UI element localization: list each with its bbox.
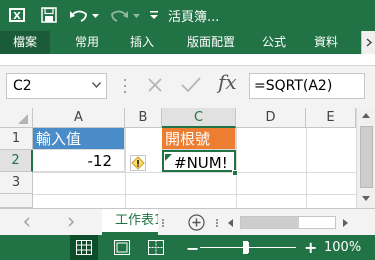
- cell-a1[interactable]: 輸入值: [33, 128, 125, 150]
- column-header-e[interactable]: E: [306, 108, 356, 128]
- gridline: [33, 194, 356, 195]
- redo-icon[interactable]: [108, 7, 130, 23]
- ribbon-tab-bar: 檔案 常用 插入 版面配置 公式 資料: [0, 31, 375, 54]
- error-check-button[interactable]: [130, 155, 146, 171]
- cell-c1[interactable]: 開根號: [162, 128, 236, 150]
- redo-dropdown-icon[interactable]: [132, 7, 141, 23]
- error-indicator-icon: [165, 154, 172, 161]
- page-break-preview-icon[interactable]: [148, 240, 164, 255]
- add-sheet-icon[interactable]: [188, 214, 205, 231]
- zoom-in-button[interactable]: +: [304, 238, 317, 257]
- chevron-right-icon: [366, 38, 373, 47]
- page-layout-view-icon[interactable]: [114, 240, 130, 255]
- chevron-down-icon[interactable]: [92, 82, 101, 88]
- select-all-triangle-icon: [18, 114, 28, 124]
- save-icon[interactable]: [41, 7, 57, 23]
- warning-diamond-icon: [131, 156, 145, 170]
- enter-check-icon[interactable]: [180, 76, 202, 94]
- document-title: 活頁簿...: [168, 10, 220, 25]
- column-header-c[interactable]: C: [162, 108, 236, 128]
- svg-text:X: X: [13, 11, 21, 22]
- sheet-options-dots-icon[interactable]: [160, 218, 166, 228]
- row-header-2[interactable]: 2: [0, 150, 33, 172]
- vertical-scroll-thumb[interactable]: [360, 126, 373, 188]
- ribbon-body: [0, 54, 375, 66]
- zoom-out-button[interactable]: −: [186, 239, 199, 258]
- column-header-b[interactable]: B: [125, 108, 162, 128]
- vertical-scrollbar[interactable]: [356, 108, 375, 208]
- excel-logo-icon: X: [9, 8, 25, 22]
- tab-data[interactable]: 資料: [306, 31, 346, 54]
- customize-qat-icon[interactable]: [149, 7, 159, 23]
- select-all-corner[interactable]: [0, 108, 33, 128]
- gridline: [33, 172, 356, 173]
- zoom-slider-thumb[interactable]: [243, 241, 248, 254]
- tab-file[interactable]: 檔案: [0, 31, 50, 54]
- sheet-next-icon[interactable]: [66, 217, 76, 227]
- normal-view-button[interactable]: [70, 235, 98, 260]
- cell-c2-selected[interactable]: #NUM!: [162, 150, 236, 172]
- sheet-prev-icon[interactable]: [22, 217, 32, 227]
- cancel-icon[interactable]: [146, 76, 164, 94]
- tab-insert[interactable]: 插入: [120, 31, 164, 54]
- scroll-right-icon[interactable]: [342, 218, 350, 228]
- tab-page-layout[interactable]: 版面配置: [176, 31, 246, 54]
- zoom-level[interactable]: 100%: [324, 240, 361, 255]
- tab-home[interactable]: 常用: [62, 31, 112, 54]
- horizontal-scroll-thumb[interactable]: [241, 217, 299, 228]
- splitter-dots-icon[interactable]: [215, 218, 219, 228]
- normal-view-grid-icon: [76, 240, 92, 255]
- undo-icon[interactable]: [68, 7, 90, 23]
- column-header-d[interactable]: D: [236, 108, 306, 128]
- sheet-tab-active[interactable]: 工作表1: [102, 209, 158, 235]
- row-header-3[interactable]: 3: [0, 172, 33, 194]
- scroll-down-icon[interactable]: [361, 195, 371, 203]
- resize-dots-icon[interactable]: [122, 76, 128, 96]
- status-bar: − + 100%: [0, 235, 375, 260]
- row-header-4[interactable]: [0, 194, 33, 208]
- cell-a2[interactable]: -12: [33, 150, 125, 172]
- gridline: [306, 128, 307, 208]
- tab-formulas[interactable]: 公式: [254, 31, 294, 54]
- horizontal-scrollbar[interactable]: [240, 216, 336, 229]
- sheet-tab-bar: 工作表1: [0, 208, 375, 235]
- scroll-up-icon[interactable]: [361, 111, 371, 119]
- ribbon-scroll-button[interactable]: [361, 31, 375, 54]
- formula-input[interactable]: =SQRT(A2): [249, 73, 365, 99]
- row-header-1[interactable]: 1: [0, 128, 33, 150]
- worksheet-grid[interactable]: A B C D E 1 2 3 輸入值 開根號 -12 #NUM!: [0, 108, 375, 208]
- gridline: [236, 128, 237, 208]
- zoom-slider-center-mark: [248, 242, 249, 253]
- column-header-a[interactable]: A: [33, 108, 125, 128]
- insert-function-button[interactable]: fx: [218, 70, 237, 94]
- gridline: [125, 128, 126, 208]
- scroll-left-icon[interactable]: [226, 218, 234, 228]
- title-bar: X 活頁簿...: [0, 0, 375, 31]
- undo-dropdown-icon[interactable]: [91, 7, 100, 23]
- fill-handle[interactable]: [232, 170, 238, 176]
